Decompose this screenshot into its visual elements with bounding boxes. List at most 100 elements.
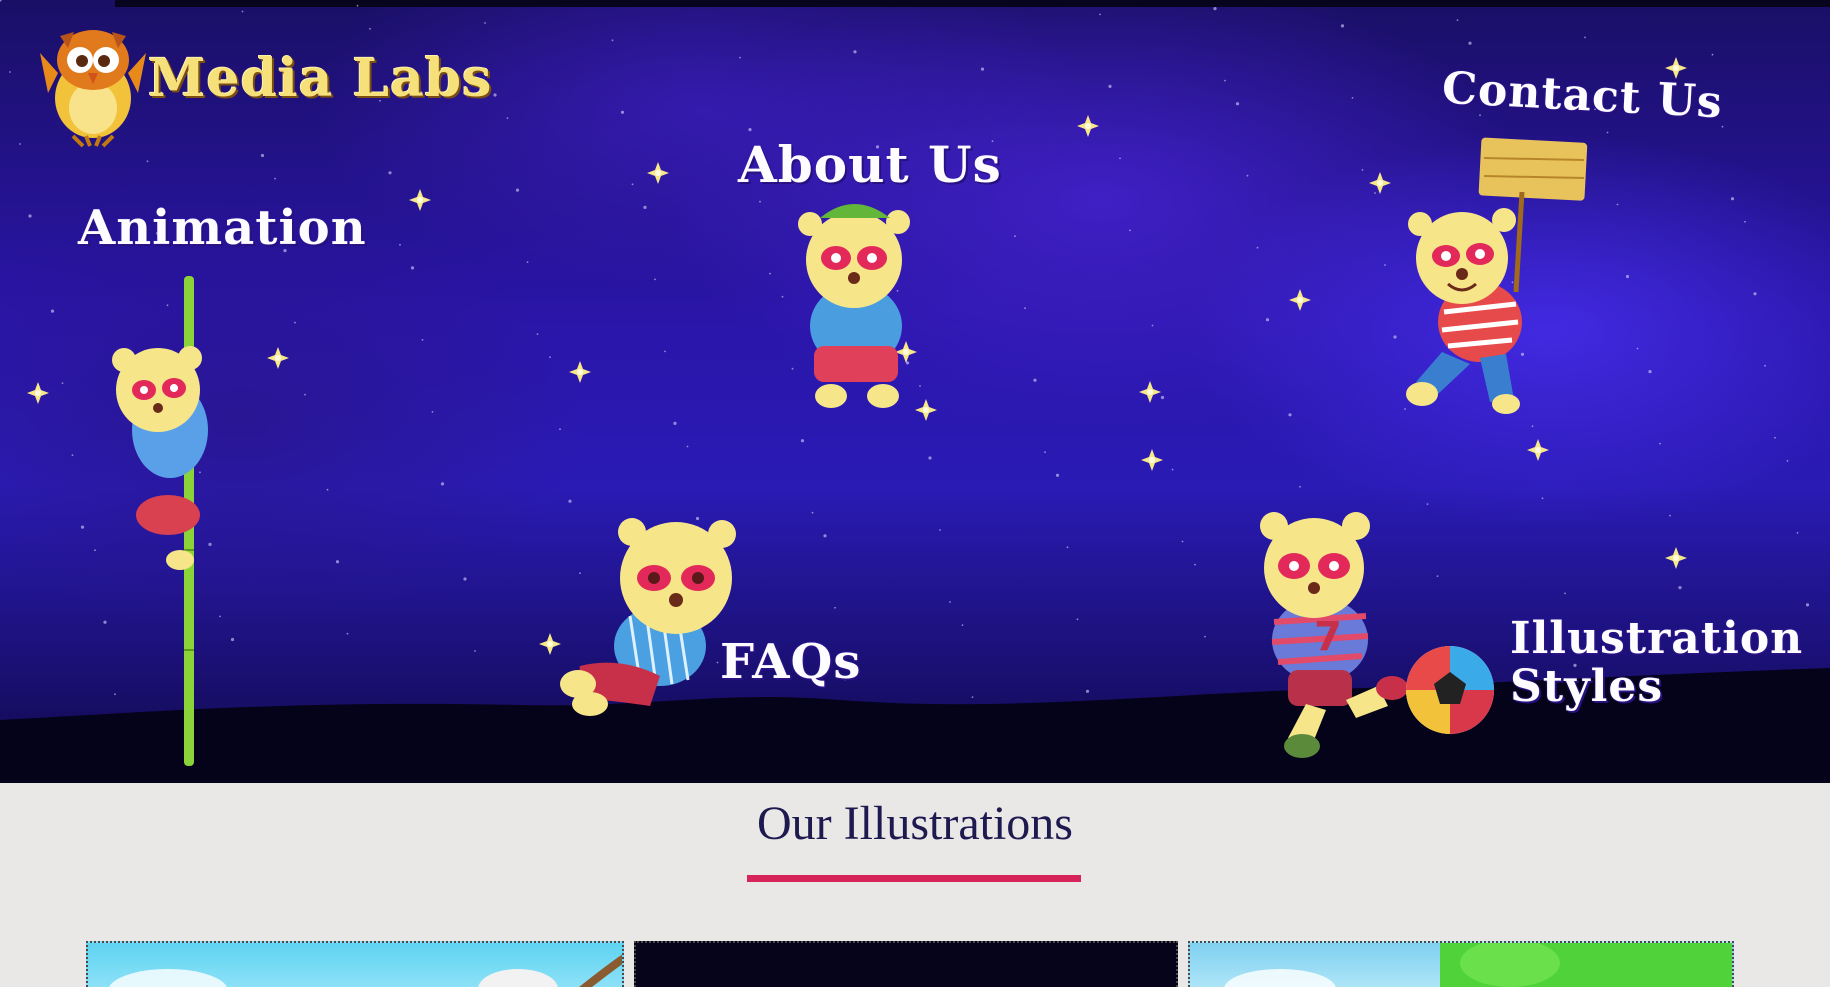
section-underline <box>747 875 1081 882</box>
star-dot <box>1541 497 1544 500</box>
sky-scene-image <box>109 954 622 987</box>
star-dot <box>1744 220 1746 223</box>
star-dot <box>673 421 677 425</box>
nav-illustration-styles[interactable]: Illustration Styles <box>1510 615 1803 711</box>
thumbnail-2[interactable] <box>634 941 1178 987</box>
svg-text:7: 7 <box>1314 614 1342 660</box>
climbing-bear-illustration[interactable] <box>100 270 260 770</box>
nav-animation[interactable]: Animation <box>78 200 367 256</box>
star-dot <box>1265 318 1270 322</box>
star-dot <box>421 339 424 341</box>
thumbnail-3[interactable] <box>1188 941 1734 987</box>
star-dot <box>748 128 752 132</box>
star-dot <box>335 560 340 564</box>
star-dot <box>1204 635 1206 638</box>
star-dot <box>980 67 985 71</box>
star-dot <box>1108 84 1112 88</box>
star-dot <box>1753 292 1757 296</box>
brand-name[interactable]: Media Labs <box>148 48 492 109</box>
star-dot <box>1584 36 1586 39</box>
star-dot <box>1181 540 1184 543</box>
star-dot <box>506 117 509 119</box>
star-dot <box>1721 125 1724 128</box>
star-dot <box>1044 451 1046 454</box>
star-dot <box>1426 503 1429 505</box>
star-dot <box>1531 425 1534 428</box>
owl-logo-icon[interactable] <box>38 18 148 148</box>
star-dot <box>526 261 529 263</box>
star-dot <box>1151 324 1154 327</box>
star-dot <box>1099 13 1101 16</box>
star-dot <box>1625 274 1630 279</box>
star-dot <box>1119 157 1121 160</box>
star-dot <box>1564 592 1566 595</box>
star-dot <box>260 153 265 158</box>
star-dot <box>1669 514 1671 517</box>
star-dot <box>1361 169 1364 171</box>
star-dot <box>28 214 32 218</box>
star-icon <box>1665 547 1687 569</box>
star-dot <box>961 624 964 626</box>
star-icon <box>1077 115 1099 137</box>
star-dot <box>620 110 625 114</box>
star-dot <box>1299 485 1301 488</box>
star-dot <box>949 601 951 603</box>
star-dot <box>388 171 392 175</box>
star-dot <box>971 696 974 698</box>
star-dot <box>274 177 276 180</box>
star-dot <box>1194 563 1196 566</box>
star-icon <box>1527 439 1549 461</box>
star-dot <box>811 511 814 514</box>
star-dot <box>664 350 666 353</box>
star-dot <box>1606 131 1609 134</box>
soccer-bear-illustration[interactable]: 7 <box>1210 510 1510 760</box>
star-icon <box>27 382 49 404</box>
star-dot <box>0 0 2 2</box>
star-dot <box>1730 197 1735 201</box>
contact-bear-illustration[interactable] <box>1370 132 1600 422</box>
nav-illustration-line2: Styles <box>1510 661 1664 712</box>
star-dot <box>759 200 761 203</box>
star-dot <box>19 143 21 145</box>
star-dot <box>1288 413 1292 417</box>
nav-faqs[interactable]: FAQs <box>720 634 861 690</box>
star-dot <box>463 577 467 581</box>
star-dot <box>1014 235 1016 238</box>
star-dot <box>928 456 932 460</box>
star-dot <box>1256 246 1259 249</box>
forest-scene-image <box>1224 943 1732 987</box>
star-icon <box>1289 289 1311 311</box>
star-dot <box>515 188 520 192</box>
section-title: Our Illustrations <box>757 797 1073 850</box>
nav-about[interactable]: About Us <box>738 135 1002 194</box>
star-dot <box>823 534 827 538</box>
star-dot <box>834 606 836 609</box>
star-dot <box>399 243 401 246</box>
star-dot <box>611 39 614 42</box>
thumbnail-1[interactable] <box>86 941 624 987</box>
star-dot <box>1213 7 1217 11</box>
star-dot <box>939 529 941 531</box>
star-dot <box>369 27 371 30</box>
star-dot <box>536 333 539 335</box>
star-icon <box>409 189 431 211</box>
star-icon <box>267 347 289 369</box>
star-dot <box>1033 378 1037 382</box>
star-dot <box>346 632 349 635</box>
star-dot <box>1456 19 1459 21</box>
star-dot <box>1764 364 1766 367</box>
star-dot <box>1066 546 1069 549</box>
star-dot <box>739 56 741 59</box>
star-dot <box>80 525 85 529</box>
star-dot <box>1246 174 1249 177</box>
star-dot <box>1648 370 1652 374</box>
star-dot <box>631 183 634 186</box>
star-dot <box>9 71 11 73</box>
star-dot <box>1616 203 1619 206</box>
about-bear-illustration[interactable] <box>786 196 926 416</box>
star-dot <box>493 93 497 97</box>
star-dot <box>1711 53 1714 56</box>
star-dot <box>1024 307 1026 310</box>
star-dot <box>61 382 64 384</box>
star-dot <box>549 356 551 359</box>
